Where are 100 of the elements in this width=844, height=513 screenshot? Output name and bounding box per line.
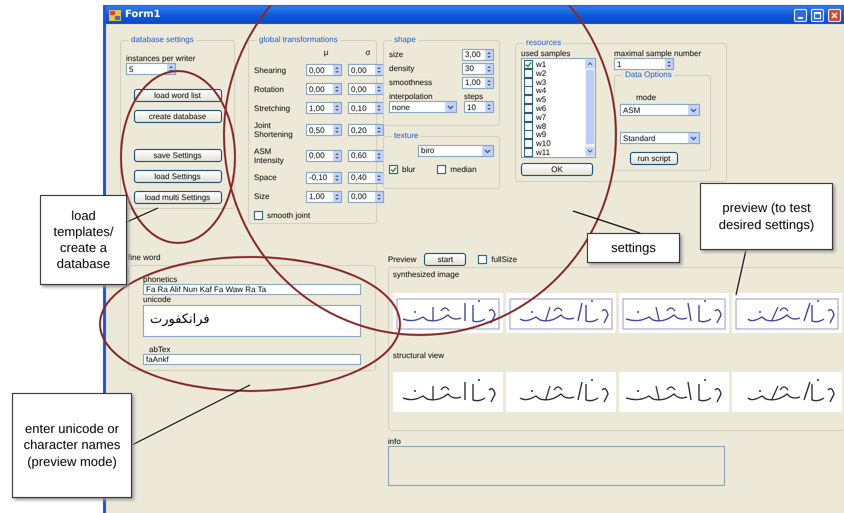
field-label: info bbox=[388, 437, 401, 446]
checkbox[interactable] bbox=[524, 60, 533, 70]
spin-box[interactable]: 0,20 bbox=[348, 124, 384, 136]
info-field[interactable] bbox=[388, 446, 725, 486]
spin-box[interactable]: 30 bbox=[462, 63, 494, 75]
field-label: size bbox=[389, 50, 404, 60]
spin-box[interactable]: 0,00 bbox=[348, 64, 384, 76]
field-label: unicode bbox=[143, 295, 172, 305]
row-label: Size bbox=[254, 192, 271, 202]
list-item[interactable]: w9 bbox=[536, 130, 546, 140]
callout-note: load templates/ create a database bbox=[40, 195, 127, 285]
spin-box[interactable]: 0,50 bbox=[306, 124, 342, 136]
checkbox[interactable] bbox=[524, 148, 533, 158]
row-label: ASM Intensity bbox=[254, 146, 285, 165]
list-item[interactable]: w3 bbox=[536, 78, 546, 87]
row-label: Shearing bbox=[254, 66, 288, 75]
spin-box[interactable]: -0,10 bbox=[306, 172, 342, 184]
minimize-button[interactable] bbox=[794, 8, 807, 22]
field-label: smoothness bbox=[389, 78, 432, 88]
field-label: steps bbox=[464, 92, 484, 102]
close-button[interactable] bbox=[828, 8, 841, 22]
group-title: shape bbox=[393, 36, 417, 44]
field-label: maximal sample number bbox=[614, 49, 702, 58]
field-label: mode bbox=[636, 93, 656, 102]
column-header: σ bbox=[364, 48, 372, 58]
window-title: Form1 bbox=[125, 9, 162, 21]
column-header: μ bbox=[322, 48, 330, 58]
button[interactable]: run script bbox=[630, 152, 678, 166]
spin-box[interactable]: 10 bbox=[464, 101, 494, 114]
list-item[interactable]: w7 bbox=[536, 112, 546, 122]
button[interactable]: start bbox=[424, 253, 466, 266]
group-title: resources bbox=[525, 39, 562, 47]
checkbox[interactable] bbox=[524, 86, 533, 96]
checkbox[interactable] bbox=[524, 139, 533, 148]
field-label: abTex bbox=[149, 344, 170, 354]
button[interactable]: save Settings bbox=[134, 149, 222, 162]
text-field[interactable]: Fa Ra Alif Nun Kaf Fa Waw Ra Ta bbox=[143, 284, 361, 296]
dropdown[interactable]: biro bbox=[418, 145, 494, 157]
spin-arrows-icon bbox=[375, 192, 383, 202]
spin-box[interactable]: 1,00 bbox=[462, 77, 494, 89]
spin-box[interactable]: 1 bbox=[614, 58, 674, 70]
spin-arrows-icon bbox=[333, 125, 341, 136]
spin-arrows-icon bbox=[375, 150, 383, 161]
checkbox[interactable] bbox=[254, 211, 263, 220]
callout-note: settings bbox=[587, 233, 680, 263]
spin-box[interactable]: 0,00 bbox=[306, 150, 342, 162]
checkbox[interactable] bbox=[524, 95, 533, 104]
row-label: Rotation bbox=[254, 84, 285, 94]
list-item[interactable]: w4 bbox=[536, 86, 546, 96]
spin-box[interactable]: 1,00 bbox=[306, 102, 342, 114]
list-item[interactable]: w6 bbox=[536, 104, 546, 114]
button[interactable]: load multi Settings bbox=[134, 191, 222, 204]
dropdown[interactable]: none bbox=[389, 101, 457, 114]
checkbox[interactable] bbox=[437, 165, 446, 174]
checkbox[interactable] bbox=[389, 165, 398, 174]
checkbox[interactable] bbox=[524, 130, 533, 140]
group-title: texture bbox=[393, 132, 420, 140]
button[interactable]: OK bbox=[521, 163, 593, 176]
spin-arrows-icon bbox=[333, 103, 341, 114]
button[interactable]: create database bbox=[134, 110, 222, 124]
spin-box[interactable]: 5 bbox=[126, 63, 176, 76]
checkbox[interactable] bbox=[478, 255, 488, 264]
text-field[interactable]: faAnkf bbox=[143, 354, 361, 365]
checkbox-label: smooth joint bbox=[267, 210, 310, 220]
spin-arrows-icon bbox=[485, 50, 493, 60]
field-label: density bbox=[389, 64, 414, 74]
app-icon bbox=[109, 10, 121, 20]
checkbox[interactable] bbox=[524, 104, 533, 114]
spin-box[interactable]: 1,00 bbox=[306, 190, 342, 203]
button[interactable]: load word list bbox=[134, 89, 222, 102]
text-area[interactable]: فرانكفورت bbox=[143, 304, 361, 337]
spin-box[interactable]: 0,10 bbox=[348, 102, 384, 114]
spin-box[interactable]: 0,40 bbox=[348, 172, 384, 184]
spin-box[interactable]: 0,00 bbox=[306, 64, 342, 76]
maximize-icon bbox=[814, 12, 821, 18]
list-item[interactable]: w1 bbox=[536, 60, 546, 70]
spin-arrows-icon bbox=[375, 103, 383, 114]
spin-box[interactable]: 3,00 bbox=[462, 49, 494, 61]
leader-line bbox=[735, 250, 747, 296]
list-item[interactable]: w10 bbox=[536, 139, 551, 148]
dropdown[interactable]: ASM bbox=[620, 104, 700, 116]
field-label: Preview bbox=[388, 254, 416, 264]
callout-note: enter unicode or character names (preview mode) bbox=[12, 393, 132, 498]
list-item[interactable]: w2 bbox=[536, 68, 546, 78]
dropdown[interactable]: Standard bbox=[620, 132, 700, 144]
close-icon bbox=[831, 12, 838, 18]
spin-box[interactable]: 0,00 bbox=[348, 190, 384, 203]
list-item[interactable]: w11 bbox=[536, 148, 550, 158]
maximize-button[interactable] bbox=[811, 8, 824, 22]
spin-box[interactable]: 0,60 bbox=[348, 150, 384, 162]
row-label: Space bbox=[254, 173, 278, 183]
spin-arrows-icon bbox=[375, 125, 383, 136]
spin-box[interactable]: 0,00 bbox=[306, 83, 342, 96]
leader-line bbox=[572, 210, 640, 234]
list-item[interactable]: w8 bbox=[536, 122, 546, 131]
list-item[interactable]: w5 bbox=[536, 95, 546, 104]
spin-box[interactable]: 0,00 bbox=[348, 83, 384, 96]
group-title: global transformations bbox=[258, 36, 339, 44]
button[interactable]: load Settings bbox=[134, 170, 222, 184]
callout-note: preview (to test desired settings) bbox=[700, 183, 833, 250]
